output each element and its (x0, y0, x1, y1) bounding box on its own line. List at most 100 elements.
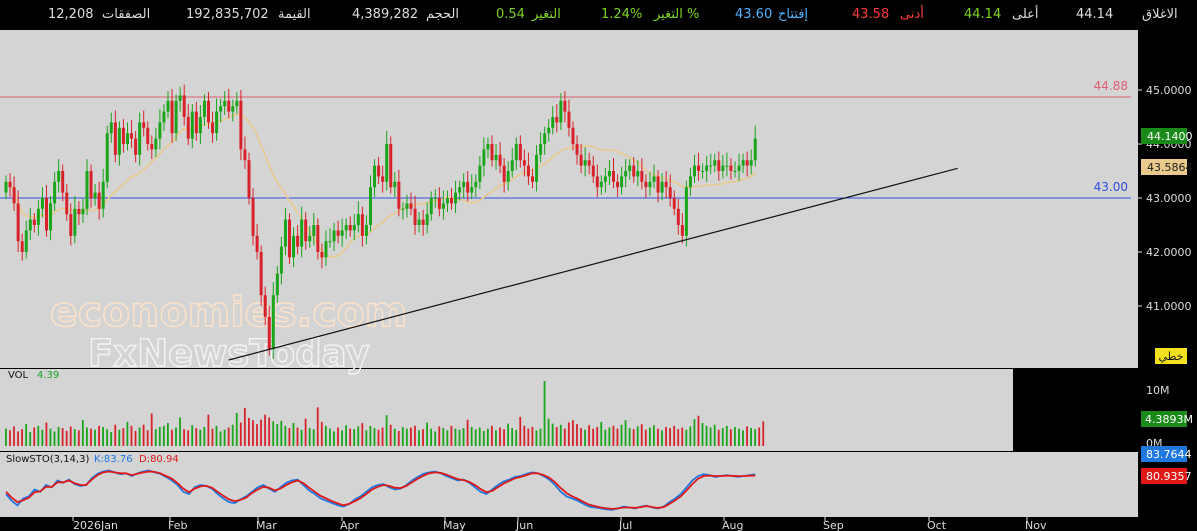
volume-bar (110, 432, 113, 446)
candle-body (336, 230, 340, 236)
volume-bar (264, 414, 266, 446)
chart-type-label: خطي (1159, 350, 1184, 363)
candle-body (61, 171, 65, 193)
candle-body (535, 154, 539, 182)
candle-body (595, 176, 599, 188)
volume-bar (369, 425, 372, 446)
volume-bar (661, 430, 663, 446)
candle-body (656, 176, 660, 193)
volume-bar (5, 428, 7, 446)
month-label: Feb (168, 519, 187, 531)
candle-body (559, 100, 563, 123)
volume-bar (685, 429, 688, 446)
volume-bar (418, 430, 420, 446)
candle-body (458, 187, 462, 193)
volume-bar (734, 426, 736, 446)
volume-bar (389, 424, 392, 446)
volume-bar (187, 430, 190, 446)
candle-body (73, 208, 77, 236)
candle-body (352, 225, 356, 231)
candle-body (668, 187, 672, 198)
volume-bar (17, 431, 19, 446)
change-value: 0.54 (496, 7, 525, 22)
volume-bar (81, 420, 84, 446)
candle-body (166, 100, 170, 112)
volume-bar (612, 425, 615, 446)
stoch-k-label: K:83.76 (94, 454, 133, 465)
candle-body (409, 203, 413, 209)
volume-bar (681, 427, 684, 446)
volume-bar (697, 415, 700, 446)
candle-body (397, 181, 401, 209)
candle-body (709, 165, 713, 167)
volume-bar (357, 426, 360, 446)
stoch-title: SlowSTO(3,14,3) (6, 454, 89, 465)
volume-bar (539, 428, 542, 446)
candle-body (308, 235, 312, 242)
volume-bar (596, 426, 599, 446)
candle-body (640, 171, 644, 182)
volume-bar (126, 421, 129, 446)
candle-body (502, 165, 506, 182)
volume-bar (576, 424, 578, 446)
candle-body (32, 219, 36, 225)
candle-body (251, 198, 255, 236)
volume-bar (256, 424, 258, 446)
stock-chart[interactable]: economies.com FxNewsToday 44.88 43.00 45… (0, 30, 1197, 531)
candle-body (660, 181, 664, 193)
volume-bar (669, 428, 671, 446)
candle-body (198, 117, 202, 134)
volume-bar (280, 420, 283, 446)
close-label: الاغلاق (1142, 7, 1178, 22)
stoch-d-label: D:80.94 (139, 454, 179, 465)
trades-value: 12,208 (48, 7, 94, 22)
volume-bar (547, 418, 550, 446)
candle-body (433, 198, 437, 199)
candle-body (162, 111, 166, 123)
candle-body (725, 165, 729, 167)
candle-body (579, 154, 583, 166)
candle-body (219, 106, 223, 112)
month-label: Sep (823, 519, 844, 531)
candle-body (109, 122, 113, 134)
volume-bar (150, 413, 153, 446)
candle-body (142, 122, 146, 128)
volume-bar (393, 428, 396, 446)
candle-body (12, 187, 16, 204)
volume-bar (470, 426, 473, 446)
volume-bar (33, 427, 36, 446)
volume-bar (450, 425, 453, 446)
low-label: أدنى (900, 7, 924, 22)
candle-body (267, 316, 271, 350)
volume-bar (754, 429, 757, 446)
candle-body (753, 138, 757, 161)
volume-bar (434, 431, 437, 446)
change-label: التغير (532, 7, 561, 22)
candle-body (150, 144, 154, 150)
candle-body (547, 127, 551, 134)
candle-body (713, 160, 717, 166)
volume-bar (316, 407, 319, 446)
candle-body (688, 176, 692, 188)
volume-bar (466, 419, 469, 446)
candle-body (413, 208, 417, 225)
volume-bar (665, 426, 667, 446)
candle-body (77, 208, 81, 215)
candle-body (498, 154, 502, 166)
volume-bar (65, 430, 68, 446)
candle-body (126, 133, 129, 144)
month-label: Oct (927, 519, 947, 531)
volume-bar (138, 427, 141, 446)
volume-bar (482, 430, 485, 446)
candle-body (275, 273, 279, 296)
candle-body (324, 241, 328, 258)
low-value: 43.58 (852, 7, 890, 22)
candle-body (648, 181, 652, 188)
candle-body (697, 165, 701, 171)
volume-bar (207, 414, 210, 446)
candle-body (239, 100, 243, 150)
volume-bar (37, 425, 40, 446)
volume-bar (620, 424, 623, 446)
volume-bar (308, 428, 311, 446)
volume-bar (142, 424, 145, 446)
